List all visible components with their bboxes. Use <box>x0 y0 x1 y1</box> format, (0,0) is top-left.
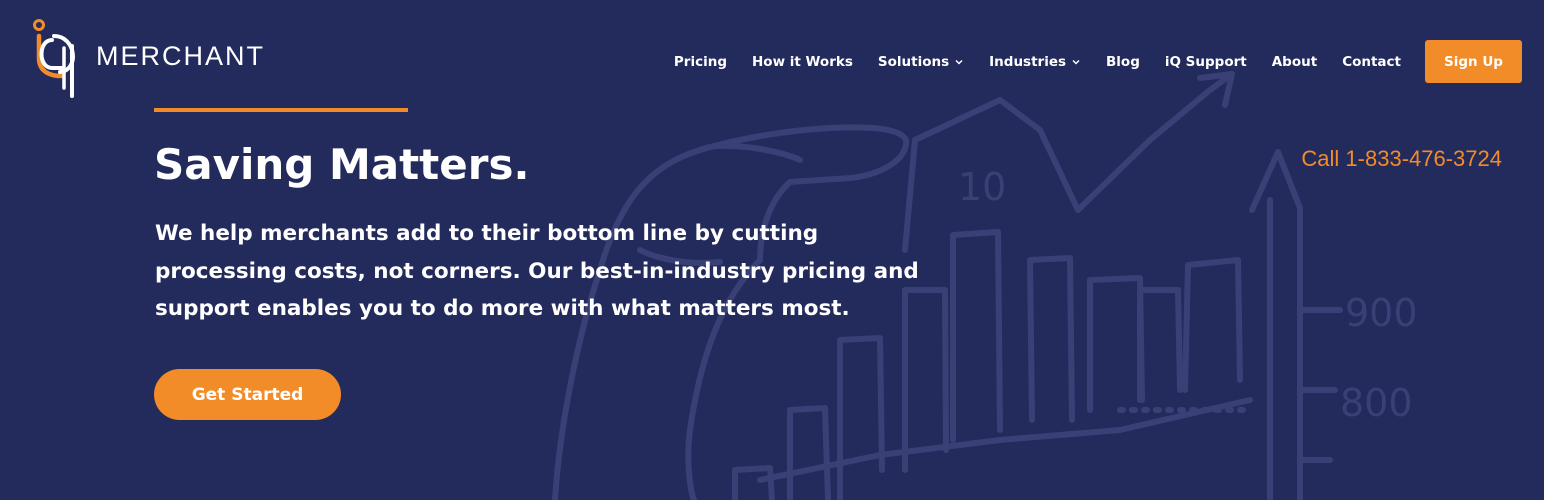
sketch-number-10: 10 <box>958 165 1006 209</box>
nav-item-about[interactable]: About <box>1272 54 1317 70</box>
nav-label: Industries <box>989 53 1067 70</box>
nav-item-industries[interactable]: Industries <box>989 54 1081 70</box>
nav-item-blog[interactable]: Blog <box>1106 54 1140 70</box>
hero-section: 10 900 800 MERCHANT Pricing How it Works… <box>0 0 1544 500</box>
sign-up-button[interactable]: Sign Up <box>1425 40 1522 83</box>
nav-label: Blog <box>1106 53 1140 70</box>
nav-item-contact[interactable]: Contact <box>1342 54 1401 70</box>
nav-item-iq-support[interactable]: iQ Support <box>1165 54 1247 70</box>
main-nav: Pricing How it Works Solutions Industrie… <box>649 40 1522 83</box>
nav-label: How it Works <box>752 53 853 70</box>
nav-label: Solutions <box>877 53 950 70</box>
nav-item-solutions[interactable]: Solutions <box>878 54 964 70</box>
get-started-button[interactable]: Get Started <box>154 369 341 420</box>
accent-divider <box>154 108 408 112</box>
chevron-down-icon <box>1072 59 1080 65</box>
hero-subtext: We help merchants add to their bottom li… <box>155 221 919 321</box>
nav-label: Contact <box>1342 53 1401 70</box>
nav-label: Pricing <box>673 53 727 70</box>
iq-logo-icon <box>33 19 75 98</box>
site-logo[interactable]: MERCHANT <box>30 18 265 100</box>
sketch-number-900: 900 <box>1345 291 1418 335</box>
chevron-down-icon <box>955 59 963 65</box>
sketch-number-800: 800 <box>1340 381 1413 425</box>
brand-name: MERCHANT <box>96 40 265 71</box>
nav-item-how-it-works[interactable]: How it Works <box>752 54 853 70</box>
nav-label: About <box>1271 53 1318 70</box>
hero-headline: Saving Matters. <box>154 140 530 189</box>
nav-item-pricing[interactable]: Pricing <box>674 54 727 70</box>
phone-link[interactable]: Call 1-833-476-3724 <box>1301 146 1502 172</box>
nav-label: iQ Support <box>1164 53 1247 70</box>
